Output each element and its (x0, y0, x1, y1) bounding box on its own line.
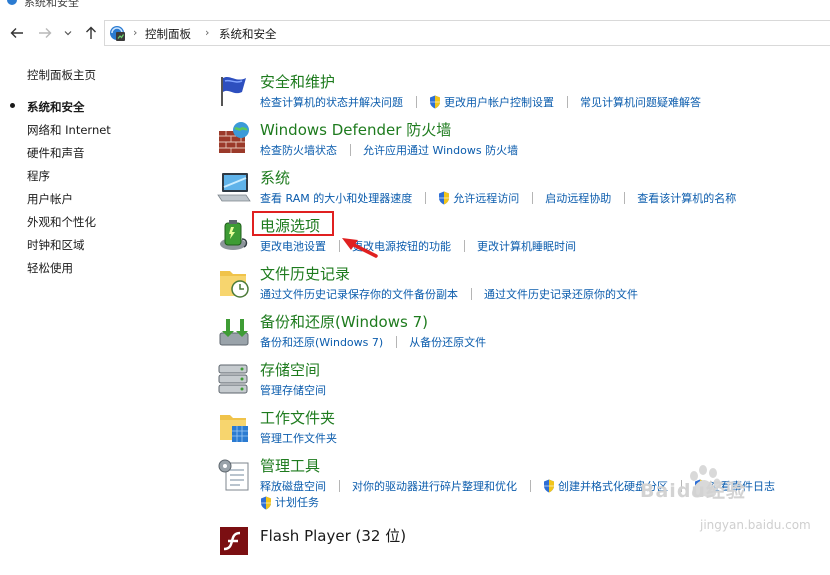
link-sleep-time[interactable]: 更改计算机睡眠时间 (477, 238, 576, 254)
control-panel-icon (7, 0, 17, 5)
sidebar-item-clock-region[interactable]: 时钟和区域 (27, 237, 85, 253)
link-divider (415, 96, 417, 108)
link-divider (470, 288, 472, 300)
link-restore-from-backup[interactable]: 从备份还原文件 (409, 334, 486, 350)
category-title[interactable]: Flash Player (32 位) (260, 525, 406, 546)
category-title[interactable]: 工作文件夹 (260, 407, 335, 428)
sidebar-item-user-accounts[interactable]: 用户帐户 (27, 191, 73, 207)
work-folder-icon (220, 415, 248, 442)
storage-icon (218, 364, 248, 394)
link-allow-app[interactable]: 允许应用通过 Windows 防火墙 (363, 142, 518, 158)
link-ram-speed[interactable]: 查看 RAM 的大小和处理器速度 (260, 190, 412, 206)
category-title[interactable]: 管理工具 (260, 455, 320, 476)
uac-shield-icon (439, 191, 450, 205)
category-title[interactable]: 安全和维护 (260, 71, 335, 92)
sidebar-item-home[interactable]: 控制面板主页 (27, 67, 96, 83)
flash-player-icon (220, 527, 248, 555)
link-troubleshoot[interactable]: 常见计算机问题疑难解答 (580, 94, 701, 110)
link-divider (395, 336, 397, 348)
link-divider (463, 240, 465, 252)
link-uac-settings[interactable]: 更改用户帐户控制设置 (444, 94, 554, 110)
link-divider (529, 480, 531, 492)
flag-icon (221, 76, 246, 106)
sidebar-item-ease-of-access[interactable]: 轻松使用 (27, 260, 73, 276)
category-security-maintenance: 安全和维护 检查计算机的状态并解决问题 更改用户帐户控制设置 常见计算机问题疑难… (214, 73, 830, 121)
category-work-folders: 工作文件夹 管理工作文件夹 (214, 409, 830, 457)
category-title[interactable]: 存储空间 (260, 359, 320, 380)
breadcrumb-separator: › (205, 26, 210, 39)
baidu-watermark: Baidu经验 jingyan.baidu.com (640, 462, 825, 542)
category-system: 系统 查看 RAM 的大小和处理器速度 允许远程访问 启动远程协助 查看该计算机… (214, 169, 830, 217)
link-computer-name[interactable]: 查看该计算机的名称 (637, 190, 736, 206)
link-defragment[interactable]: 对你的驱动器进行碎片整理和优化 (352, 478, 517, 494)
category-backup-restore: 备份和还原(Windows 7) 备份和还原(Windows 7) 从备份还原文… (214, 313, 830, 361)
breadcrumb-control-panel[interactable]: 控制面板 (145, 26, 191, 42)
category-title[interactable]: 文件历史记录 (260, 263, 350, 284)
back-button[interactable] (8, 24, 26, 42)
link-divider (424, 192, 426, 204)
red-arrow-annotation (342, 238, 378, 258)
link-backup-restore[interactable]: 备份和还原(Windows 7) (260, 334, 383, 350)
category-file-history: 文件历史记录 通过文件历史记录保存你的文件备份副本 通过文件历史记录还原你的文件 (214, 265, 830, 313)
link-restore-files[interactable]: 通过文件历史记录还原你的文件 (484, 286, 638, 302)
category-title[interactable]: 备份和还原(Windows 7) (260, 311, 428, 332)
link-manage-work-folders[interactable]: 管理工作文件夹 (260, 430, 337, 446)
arrow-up-icon (86, 26, 96, 39)
category-title[interactable]: Windows Defender 防火墙 (260, 119, 451, 140)
computer-icon (217, 173, 251, 202)
uac-shield-icon (544, 479, 554, 493)
link-check-status[interactable]: 检查计算机的状态并解决问题 (260, 94, 403, 110)
forward-button[interactable] (36, 24, 54, 42)
active-bullet (10, 103, 15, 108)
link-divider (338, 480, 340, 492)
uac-shield-icon (430, 95, 440, 109)
file-history-icon (220, 271, 249, 298)
chevron-down-icon (64, 31, 72, 36)
watermark-url: jingyan.baidu.com (700, 518, 811, 532)
address-bar[interactable]: › 控制面板 › 系统和安全 (104, 20, 830, 46)
sidebar-item-network[interactable]: 网络和 Internet (27, 122, 111, 138)
link-remote-assistance[interactable]: 启动远程协助 (545, 190, 611, 206)
recent-locations-button[interactable] (62, 24, 74, 42)
category-title[interactable]: 系统 (260, 167, 290, 188)
navigation-bar: › 控制面板 › 系统和安全 (0, 18, 830, 48)
link-battery-settings[interactable]: 更改电池设置 (260, 238, 326, 254)
admin-tools-icon (218, 459, 249, 491)
breadcrumb-separator: › (133, 26, 138, 39)
category-storage-spaces: 存储空间 管理存储空间 (214, 361, 830, 409)
backup-icon (219, 319, 249, 346)
category-firewall: Windows Defender 防火墙 检查防火墙状态 允许应用通过 Wind… (214, 121, 830, 169)
sidebar-item-programs[interactable]: 程序 (27, 168, 50, 184)
firewall-icon (219, 122, 249, 153)
highlight-box (252, 211, 334, 236)
link-divider (566, 96, 568, 108)
control-panel-icon (110, 26, 125, 41)
arrow-right-icon (39, 28, 52, 38)
watermark-text: Baidu经验 (640, 480, 746, 502)
sidebar-item-hardware[interactable]: 硬件和声音 (27, 145, 85, 161)
link-remote-access[interactable]: 允许远程访问 (453, 190, 519, 206)
sidebar-item-appearance[interactable]: 外观和个性化 (27, 214, 96, 230)
uac-shield-icon (261, 496, 271, 510)
link-firewall-status[interactable]: 检查防火墙状态 (260, 142, 337, 158)
arrow-left-icon (10, 28, 23, 38)
link-divider (349, 144, 351, 156)
link-scheduled-tasks[interactable]: 计划任务 (275, 496, 319, 509)
up-button[interactable] (82, 24, 100, 42)
sidebar-item-system-security: 系统和安全 (27, 100, 85, 114)
battery-icon (220, 220, 248, 250)
title-bar: 系统和安全 (0, 0, 830, 14)
link-backup-copies[interactable]: 通过文件历史记录保存你的文件备份副本 (260, 286, 458, 302)
link-free-disk-space[interactable]: 释放磁盘空间 (260, 478, 326, 494)
link-manage-storage[interactable]: 管理存储空间 (260, 382, 326, 398)
breadcrumb-system-security[interactable]: 系统和安全 (219, 26, 277, 42)
link-divider (531, 192, 533, 204)
window-title: 系统和安全 (24, 0, 79, 9)
link-divider (623, 192, 625, 204)
